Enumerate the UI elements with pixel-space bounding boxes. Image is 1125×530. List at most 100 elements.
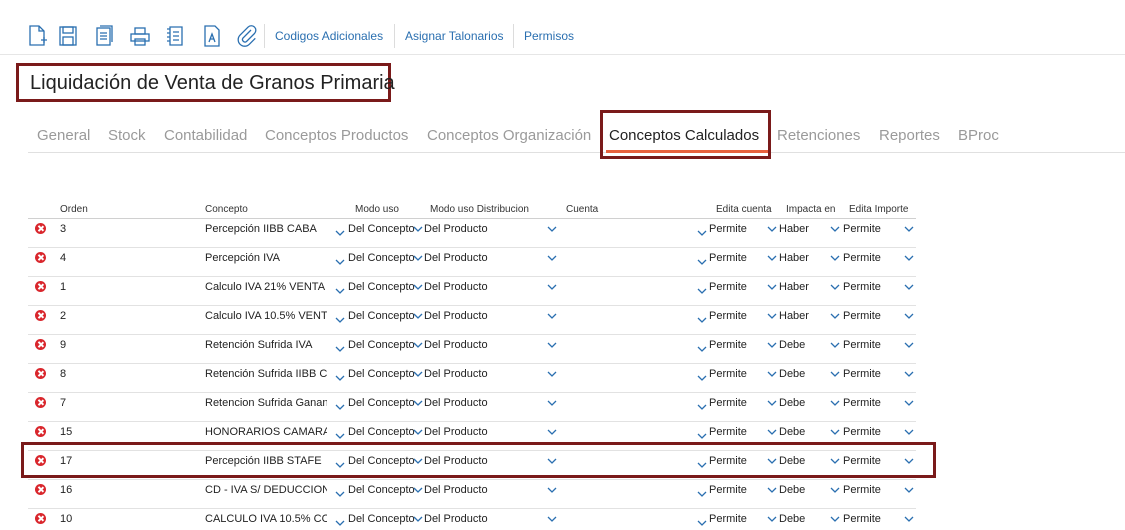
modo-distribucion-value[interactable]: Del Producto xyxy=(424,223,534,235)
impacta-dropdown-chevron-icon[interactable] xyxy=(830,313,840,319)
modo-distribucion-value[interactable]: Del Producto xyxy=(424,455,534,467)
table-row[interactable]: 4 Percepción IVA Del Concepto Del Producto P… xyxy=(28,248,916,277)
concepto-dropdown-chevron-icon[interactable] xyxy=(335,404,345,410)
table-row[interactable]: 3 Percepción IIBB CABA Del Concepto Del Pro… xyxy=(28,219,916,248)
modo-uso-dropdown-chevron-icon[interactable] xyxy=(413,458,423,464)
concepto-dropdown-chevron-icon[interactable] xyxy=(335,317,345,323)
impacta-value[interactable]: Debe xyxy=(779,426,829,438)
concepto-cell[interactable]: Retencion Sufrida Ganan xyxy=(205,397,327,409)
impacta-value[interactable]: Debe xyxy=(779,484,829,496)
cuenta-dropdown-chevron-icon[interactable] xyxy=(697,491,707,497)
orden-cell[interactable]: 10 xyxy=(60,513,100,525)
impacta-value[interactable]: Debe xyxy=(779,513,829,525)
modo-distribucion-value[interactable]: Del Producto xyxy=(424,281,534,293)
modo-uso-dropdown-chevron-icon[interactable] xyxy=(413,255,423,261)
edita-importe-value[interactable]: Permite xyxy=(843,484,903,496)
edita-cuenta-value[interactable]: Permite xyxy=(709,281,769,293)
concepto-dropdown-chevron-icon[interactable] xyxy=(335,346,345,352)
cuenta-dropdown-chevron-icon[interactable] xyxy=(697,259,707,265)
modo-uso-value[interactable]: Del Concepto xyxy=(348,455,418,467)
tab-conceptos-productos[interactable]: Conceptos Productos xyxy=(265,127,408,144)
modo-distribucion-dropdown-chevron-icon[interactable] xyxy=(547,371,557,377)
edita-importe-value[interactable]: Permite xyxy=(843,368,903,380)
modo-distribucion-value[interactable]: Del Producto xyxy=(424,252,534,264)
delete-row-icon[interactable] xyxy=(35,484,46,495)
impacta-dropdown-chevron-icon[interactable] xyxy=(830,342,840,348)
delete-row-icon[interactable] xyxy=(35,281,46,292)
concepto-dropdown-chevron-icon[interactable] xyxy=(335,520,345,526)
table-row[interactable]: 2 Calculo IVA 10.5% VENT Del Concepto Del P… xyxy=(28,306,916,335)
codigos-adicionales-link[interactable]: Codigos Adicionales xyxy=(275,29,383,43)
delete-row-icon[interactable] xyxy=(35,223,46,234)
edita-cuenta-dropdown-chevron-icon[interactable] xyxy=(767,487,777,493)
modo-uso-value[interactable]: Del Concepto xyxy=(348,484,418,496)
modo-uso-value[interactable]: Del Concepto xyxy=(348,397,418,409)
modo-distribucion-value[interactable]: Del Producto xyxy=(424,310,534,322)
edita-importe-value[interactable]: Permite xyxy=(843,281,903,293)
cuenta-dropdown-chevron-icon[interactable] xyxy=(697,520,707,526)
cuenta-dropdown-chevron-icon[interactable] xyxy=(697,404,707,410)
table-row[interactable]: 16 CD - IVA S/ DEDUCCION Del Concepto Del P… xyxy=(28,480,916,509)
table-row[interactable]: 15 HONORARIOS CAMARA Del Concepto Del Produ… xyxy=(28,422,916,451)
orden-cell[interactable]: 7 xyxy=(60,397,100,409)
modo-uso-dropdown-chevron-icon[interactable] xyxy=(413,400,423,406)
table-row[interactable]: 7 Retencion Sufrida Ganan Del Concepto Del … xyxy=(28,393,916,422)
edita-importe-value[interactable]: Permite xyxy=(843,455,903,467)
impacta-dropdown-chevron-icon[interactable] xyxy=(830,487,840,493)
modo-distribucion-dropdown-chevron-icon[interactable] xyxy=(547,487,557,493)
modo-distribucion-dropdown-chevron-icon[interactable] xyxy=(547,342,557,348)
modo-uso-value[interactable]: Del Concepto xyxy=(348,426,418,438)
concepto-cell[interactable]: CD - IVA S/ DEDUCCION xyxy=(205,484,327,496)
concepto-dropdown-chevron-icon[interactable] xyxy=(335,288,345,294)
edita-cuenta-value[interactable]: Permite xyxy=(709,310,769,322)
tab-contabilidad[interactable]: Contabilidad xyxy=(164,127,247,144)
modo-uso-value[interactable]: Del Concepto xyxy=(348,310,418,322)
concepto-dropdown-chevron-icon[interactable] xyxy=(335,462,345,468)
impacta-value[interactable]: Haber xyxy=(779,252,829,264)
concepto-cell[interactable]: CALCULO IVA 10.5% CO xyxy=(205,513,327,525)
column-header-concepto[interactable]: Concepto xyxy=(205,204,248,215)
column-header-cuenta[interactable]: Cuenta xyxy=(566,204,598,215)
orden-cell[interactable]: 16 xyxy=(60,484,100,496)
impacta-dropdown-chevron-icon[interactable] xyxy=(830,255,840,261)
orden-cell[interactable]: 1 xyxy=(60,281,100,293)
delete-row-icon[interactable] xyxy=(35,513,46,524)
delete-row-icon[interactable] xyxy=(35,455,46,466)
delete-row-icon[interactable] xyxy=(35,339,46,350)
impacta-value[interactable]: Haber xyxy=(779,281,829,293)
modo-distribucion-dropdown-chevron-icon[interactable] xyxy=(547,255,557,261)
impacta-dropdown-chevron-icon[interactable] xyxy=(830,226,840,232)
modo-uso-dropdown-chevron-icon[interactable] xyxy=(413,429,423,435)
edita-cuenta-value[interactable]: Permite xyxy=(709,339,769,351)
concepto-cell[interactable]: Percepción IIBB STAFE xyxy=(205,455,327,467)
table-row[interactable]: 10 CALCULO IVA 10.5% CO Del Concepto Del Pr… xyxy=(28,509,916,530)
orden-cell[interactable]: 8 xyxy=(60,368,100,380)
delete-row-icon[interactable] xyxy=(35,310,46,321)
edita-importe-dropdown-chevron-icon[interactable] xyxy=(904,458,914,464)
print-icon[interactable] xyxy=(129,24,151,48)
delete-row-icon[interactable] xyxy=(35,368,46,379)
modo-uso-dropdown-chevron-icon[interactable] xyxy=(413,342,423,348)
concepto-cell[interactable]: Retención Sufrida IIBB C xyxy=(205,368,327,380)
edita-cuenta-value[interactable]: Permite xyxy=(709,397,769,409)
tab-conceptos-organizacion[interactable]: Conceptos Organización xyxy=(427,127,591,144)
modo-uso-value[interactable]: Del Concepto xyxy=(348,252,418,264)
save-icon[interactable] xyxy=(57,24,79,48)
edita-cuenta-dropdown-chevron-icon[interactable] xyxy=(767,226,777,232)
impacta-value[interactable]: Haber xyxy=(779,223,829,235)
asignar-talonarios-link[interactable]: Asignar Talonarios xyxy=(405,29,504,43)
modo-distribucion-value[interactable]: Del Producto xyxy=(424,484,534,496)
tab-stock[interactable]: Stock xyxy=(108,127,146,144)
impacta-dropdown-chevron-icon[interactable] xyxy=(830,429,840,435)
column-header-impacta-en[interactable]: Impacta en xyxy=(786,204,835,215)
concepto-cell[interactable]: HONORARIOS CAMARA xyxy=(205,426,327,438)
cuenta-dropdown-chevron-icon[interactable] xyxy=(697,375,707,381)
impacta-dropdown-chevron-icon[interactable] xyxy=(830,284,840,290)
edita-importe-value[interactable]: Permite xyxy=(843,310,903,322)
edita-importe-dropdown-chevron-icon[interactable] xyxy=(904,429,914,435)
edita-cuenta-dropdown-chevron-icon[interactable] xyxy=(767,371,777,377)
edita-cuenta-value[interactable]: Permite xyxy=(709,513,769,525)
impacta-value[interactable]: Haber xyxy=(779,310,829,322)
edita-importe-value[interactable]: Permite xyxy=(843,426,903,438)
edita-cuenta-dropdown-chevron-icon[interactable] xyxy=(767,342,777,348)
